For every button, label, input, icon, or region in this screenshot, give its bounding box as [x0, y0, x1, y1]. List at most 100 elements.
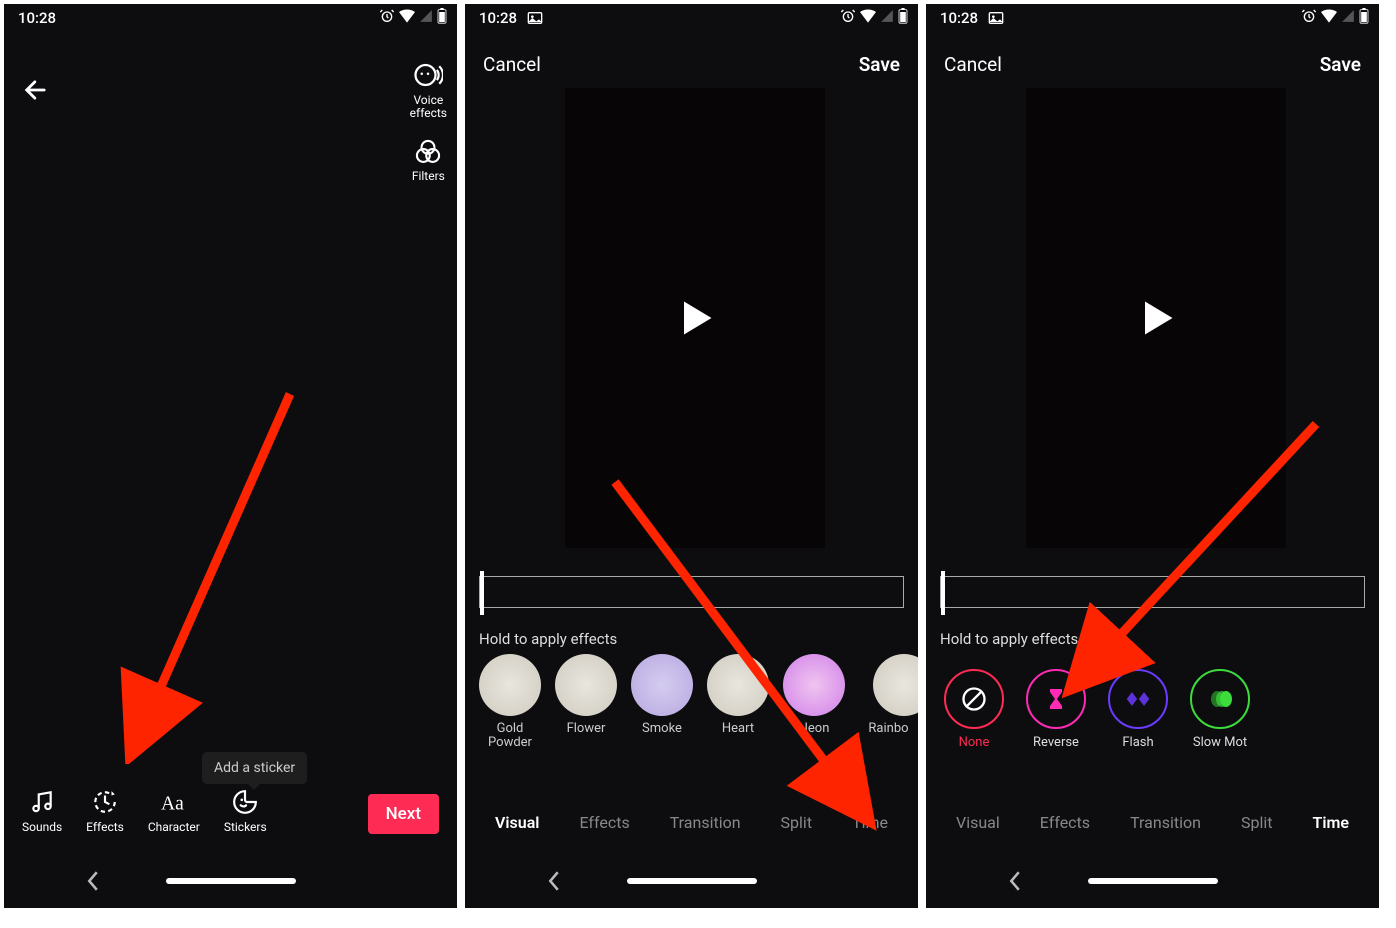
time-effect-reverse[interactable]: Reverse: [1022, 669, 1090, 750]
screen-effects-visual: 10:28 Cancel Save Hold to apply effects …: [465, 4, 918, 908]
arrow-left-icon: [22, 76, 50, 104]
effect-label: Heart: [722, 722, 754, 736]
effect-label: Neon: [799, 722, 830, 736]
wifi-icon: [399, 9, 415, 23]
character-label: Character: [148, 820, 200, 834]
timeline-cursor[interactable]: [941, 571, 945, 615]
effect-thumb: [631, 654, 693, 716]
effect-label: Flower: [567, 722, 606, 736]
tab-split[interactable]: Split: [1241, 813, 1273, 832]
play-icon[interactable]: [1134, 296, 1178, 340]
tab-time[interactable]: Time: [852, 813, 888, 832]
filters-button[interactable]: Filters: [412, 138, 445, 183]
status-right: [379, 8, 447, 24]
save-button[interactable]: Save: [1320, 53, 1361, 76]
apply-hint: Hold to apply effects: [479, 630, 617, 648]
clock-icon: [92, 789, 118, 815]
nav-home-pill[interactable]: [1088, 878, 1218, 884]
sticker-icon: [232, 789, 258, 815]
tab-effects[interactable]: Effects: [1040, 813, 1090, 832]
effect-label: Gold Powder: [488, 722, 532, 750]
time-effect-slow-motion[interactable]: Slow Mot: [1186, 669, 1254, 750]
side-tools: Voice effects Filters: [410, 60, 447, 183]
tab-effects[interactable]: Effects: [579, 813, 629, 832]
time-effect-label: Flash: [1122, 735, 1153, 750]
signal-icon: [1341, 9, 1355, 23]
next-button[interactable]: Next: [368, 794, 439, 834]
voice-effects-label: Voice effects: [410, 94, 447, 120]
effect-thumb: [555, 654, 617, 716]
effect-heart[interactable]: Heart: [707, 654, 769, 750]
battery-icon: [898, 8, 908, 24]
signal-icon: [880, 9, 894, 23]
gallery-icon: [988, 11, 1004, 25]
status-time: 10:28: [479, 9, 517, 27]
nav-back-icon[interactable]: [1008, 871, 1022, 891]
gallery-icon: [527, 11, 543, 25]
status-bar: 10:28: [465, 4, 918, 32]
svg-text:Aa: Aa: [161, 794, 184, 815]
effect-thumb: [783, 654, 845, 716]
cancel-button[interactable]: Cancel: [483, 53, 541, 76]
play-icon[interactable]: [673, 296, 717, 340]
effects-label: Effects: [86, 820, 124, 834]
voice-effects-icon: [413, 60, 443, 90]
effects-button[interactable]: Effects: [86, 789, 124, 834]
timeline[interactable]: [479, 576, 904, 608]
effect-flower[interactable]: Flower: [555, 654, 617, 750]
music-icon: [29, 789, 55, 815]
effect-rainbow[interactable]: Rainbo: [859, 654, 918, 750]
effects-row: Gold Powder Flower Smoke Heart Neon Rain…: [479, 654, 918, 750]
reverse-circle: [1026, 669, 1086, 729]
wifi-icon: [860, 9, 876, 23]
slow-circle: [1190, 669, 1250, 729]
tab-transition[interactable]: Transition: [1130, 813, 1201, 832]
back-button[interactable]: [22, 76, 50, 108]
sounds-button[interactable]: Sounds: [22, 789, 62, 834]
time-effect-flash[interactable]: Flash: [1104, 669, 1172, 750]
effects-tabs: Visual Effects Transition Split Time: [465, 813, 918, 832]
android-nav: [4, 854, 457, 908]
screen-effects-time: 10:28 Cancel Save Hold to apply effects …: [926, 4, 1379, 908]
cancel-button[interactable]: Cancel: [944, 53, 1002, 76]
effect-smoke[interactable]: Smoke: [631, 654, 693, 750]
android-nav: [465, 854, 918, 908]
nav-home-pill[interactable]: [627, 878, 757, 884]
alarm-icon: [379, 8, 395, 24]
tab-time[interactable]: Time: [1312, 813, 1349, 832]
text-icon: Aa: [161, 789, 187, 815]
time-effect-label: None: [959, 735, 990, 750]
annotation-arrow: [110, 384, 310, 764]
effect-thumb: [479, 654, 541, 716]
effect-gold-powder[interactable]: Gold Powder: [479, 654, 541, 750]
tab-split[interactable]: Split: [781, 813, 813, 832]
time-effect-label: Reverse: [1033, 735, 1079, 750]
tab-transition[interactable]: Transition: [670, 813, 741, 832]
video-preview[interactable]: [565, 88, 825, 548]
save-button[interactable]: Save: [859, 53, 900, 76]
flash-circle: [1108, 669, 1168, 729]
time-effect-none[interactable]: None: [940, 669, 1008, 750]
flash-icon: [1125, 689, 1151, 709]
slow-icon: [1207, 689, 1233, 709]
bottom-toolbar: Sounds Effects Aa Character Stickers Nex…: [4, 789, 457, 834]
header: Cancel Save: [465, 40, 918, 88]
status-bar: 10:28: [926, 4, 1379, 32]
screen-editor: 10:28 Voice effects Filters Add a sticke…: [4, 4, 457, 908]
tab-visual[interactable]: Visual: [956, 813, 1000, 832]
tab-visual[interactable]: Visual: [495, 813, 539, 832]
nav-home-pill[interactable]: [166, 878, 296, 884]
voice-effects-button[interactable]: Voice effects: [410, 60, 447, 120]
alarm-icon: [840, 8, 856, 24]
effect-neon[interactable]: Neon: [783, 654, 845, 750]
status-right: [1301, 8, 1369, 24]
timeline-cursor[interactable]: [480, 571, 484, 615]
nav-back-icon[interactable]: [86, 871, 100, 891]
nav-back-icon[interactable]: [547, 871, 561, 891]
timeline[interactable]: [940, 576, 1365, 608]
effect-thumb: [707, 654, 769, 716]
character-button[interactable]: Aa Character: [148, 789, 200, 834]
stickers-button[interactable]: Stickers: [224, 789, 267, 834]
video-preview[interactable]: [1026, 88, 1286, 548]
android-nav: [926, 854, 1379, 908]
